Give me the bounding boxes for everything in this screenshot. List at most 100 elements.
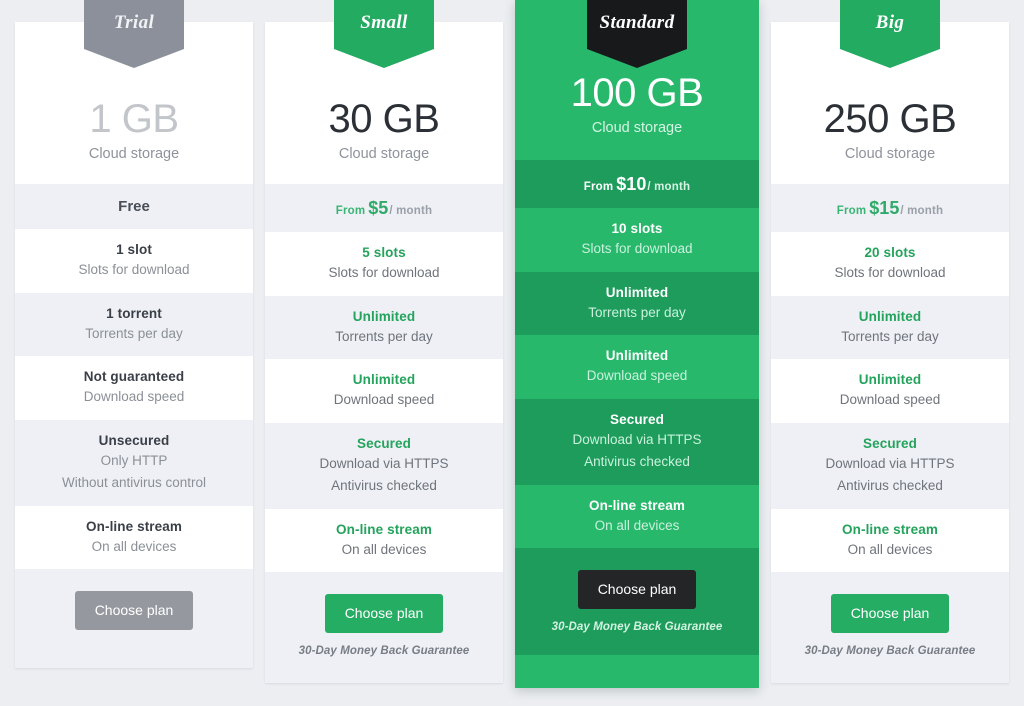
plan-storage-caption: Cloud storage [338, 146, 430, 162]
plan-storage-size: 100 GB [570, 71, 704, 115]
plan-feature-value: Unlimited [352, 372, 416, 388]
plan-feature-row: Unlimited Torrents per day [265, 295, 503, 360]
plan-storage-caption: Cloud storage [591, 120, 683, 136]
plan-feature-row: Unlimited Torrents per day [771, 295, 1009, 360]
plan-feature-value: Unsecured [98, 432, 170, 448]
plan-storage-size: 250 GB [823, 97, 957, 141]
plan-feature-row: 5 slots Slots for download [265, 232, 503, 296]
plan-storage-caption: Cloud storage [88, 146, 180, 162]
plan-feature-description: Without antivirus control [61, 475, 207, 491]
plan-feature-description: Download via HTTPS [319, 455, 449, 471]
plan-feature-description: On all devices [594, 517, 680, 533]
plan-feature-value: On-line stream [336, 521, 432, 537]
plan-price-from: From [335, 205, 366, 217]
plan-footer: Choose plan 30-Day Money Back Guarantee [265, 572, 503, 684]
plan-feature-description: Only HTTP [100, 452, 168, 468]
plan-feature-row: On-line stream On all devices [15, 505, 253, 570]
plan-feature-description: Download speed [333, 392, 435, 408]
plan-feature-value: On-line stream [589, 497, 685, 513]
plan-feature-description: Torrents per day [85, 325, 183, 341]
plan-price-period: / month [389, 205, 433, 217]
plan-feature-row: Not guaranteed Download speed [15, 356, 253, 420]
plan-price-period: / month [900, 205, 944, 217]
money-back-guarantee-note: 30-Day Money Back Guarantee [551, 621, 723, 634]
plan-feature-description: Download speed [839, 392, 941, 408]
plan-card-standard: Standard 100 GB Cloud storage From $10/ mont… [515, 0, 759, 689]
plan-feature-value: Unlimited [858, 308, 922, 324]
plan-price-row: From $15/ month [771, 184, 1009, 232]
plan-footer: Choose plan [15, 569, 253, 669]
featured-card-tail [515, 655, 759, 689]
plan-footer: Choose plan 30-Day Money Back Guarantee [771, 572, 1009, 684]
plan-feature-description: Antivirus checked [584, 454, 690, 470]
plan-card-trial: Trial 1 GB Cloud storage Free 1 slot Slots fo… [15, 0, 253, 669]
plan-storage-size: 30 GB [328, 97, 440, 141]
plan-feature-value: Unlimited [605, 348, 669, 364]
plan-price-amount: $10 [616, 174, 647, 194]
plan-price-row: From $10/ month [515, 160, 759, 208]
plan-feature-description: Slots for download [834, 265, 946, 280]
plan-feature-description: Slots for download [78, 262, 190, 277]
money-back-guarantee-note: 30-Day Money Back Guarantee [298, 645, 470, 658]
plan-feature-description: Download via HTTPS [825, 455, 955, 471]
plan-feature-description: On all devices [847, 541, 933, 557]
plan-feature-row: 10 slots Slots for download [515, 208, 759, 272]
plan-feature-row: Secured Download via HTTPS Antivirus check… [515, 398, 759, 485]
plan-feature-row: Unlimited Download speed [515, 335, 759, 399]
choose-plan-button[interactable]: Choose plan [577, 570, 697, 610]
plan-price-amount: $15 [869, 198, 900, 218]
plan-feature-value: Secured [863, 435, 917, 451]
plan-feature-value: On-line stream [842, 521, 938, 537]
plan-feature-value: Secured [610, 411, 664, 427]
plan-footer: Choose plan 30-Day Money Back Guarantee [515, 548, 759, 656]
money-back-guarantee-note: 30-Day Money Back Guarantee [804, 645, 976, 658]
plan-header: 100 GB Cloud storage [515, 0, 759, 160]
pricing-table: Trial 1 GB Cloud storage Free 1 slot Slots fo… [0, 0, 1024, 706]
plan-feature-value: Unlimited [352, 308, 416, 324]
plan-feature-value: Unlimited [605, 284, 669, 300]
plan-feature-row: Secured Download via HTTPS Antivirus check… [771, 422, 1009, 509]
plan-price-period: / month [647, 181, 691, 193]
plan-feature-value: Not guaranteed [83, 369, 185, 385]
plan-feature-row: Secured Download via HTTPS Antivirus check… [265, 422, 503, 509]
plan-feature-description: On all devices [91, 538, 177, 554]
plan-storage-size: 1 GB [89, 97, 179, 141]
plan-feature-row: Unlimited Torrents per day [515, 271, 759, 336]
plan-feature-value: 1 slot [116, 242, 152, 257]
plan-feature-row: On-line stream On all devices [771, 508, 1009, 573]
plan-feature-description: Download speed [586, 368, 688, 384]
plan-feature-description: Torrents per day [588, 304, 686, 320]
choose-plan-button[interactable]: Choose plan [74, 591, 194, 631]
plan-feature-row: On-line stream On all devices [265, 508, 503, 573]
plan-price-row: Free [15, 184, 253, 229]
plan-feature-description: Download via HTTPS [572, 431, 702, 447]
plan-card-big: Big 250 GB Cloud storage From $15/ month 20 s… [771, 0, 1009, 684]
plan-feature-row: 20 slots Slots for download [771, 232, 1009, 296]
plan-feature-value: Secured [357, 435, 411, 451]
plan-feature-description: Slots for download [328, 265, 440, 280]
choose-plan-button[interactable]: Choose plan [324, 594, 444, 634]
plan-feature-value: 5 slots [362, 245, 406, 260]
plan-feature-description: Antivirus checked [837, 478, 943, 494]
plan-header: 30 GB Cloud storage [265, 22, 503, 184]
plan-price-from: From [836, 205, 867, 217]
plan-feature-description: Torrents per day [841, 328, 939, 344]
plan-feature-row: Unlimited Download speed [265, 359, 503, 423]
plan-price-from: From [583, 181, 614, 193]
plan-feature-row: Unlimited Download speed [771, 359, 1009, 423]
plan-price-free: Free [118, 198, 150, 215]
choose-plan-button[interactable]: Choose plan [830, 594, 950, 634]
plan-feature-value: 10 slots [611, 221, 663, 236]
plan-feature-value: On-line stream [86, 518, 182, 534]
plan-feature-description: Torrents per day [335, 328, 433, 344]
plan-feature-description: On all devices [341, 541, 427, 557]
plan-feature-description: Antivirus checked [331, 478, 437, 494]
plan-header: 250 GB Cloud storage [771, 22, 1009, 184]
plan-feature-value: Unlimited [858, 372, 922, 388]
plan-feature-description: Slots for download [581, 241, 693, 256]
plan-feature-row: 1 torrent Torrents per day [15, 292, 253, 357]
plan-header: 1 GB Cloud storage [15, 22, 253, 184]
plan-price-row: From $5/ month [265, 184, 503, 232]
plan-feature-row: Unsecured Only HTTP Without antivirus cont… [15, 419, 253, 506]
plan-feature-value: 20 slots [864, 245, 916, 260]
